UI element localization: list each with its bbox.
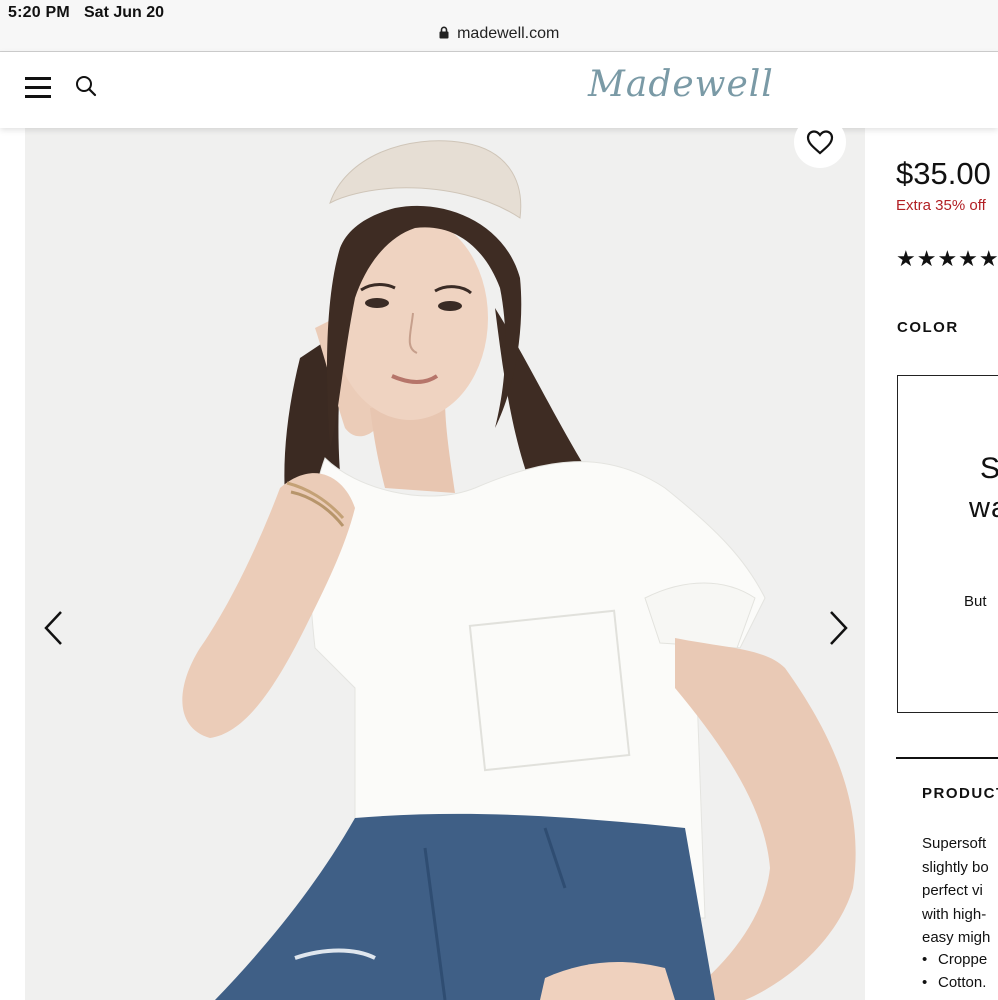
hamburger-icon <box>25 77 51 80</box>
chevron-right-icon <box>830 611 848 645</box>
product-details-title[interactable]: PRODUCT <box>922 785 998 802</box>
swatch-text-line3: But <box>964 593 987 610</box>
next-image-button[interactable] <box>822 608 852 648</box>
madewell-logo[interactable]: Madewell <box>588 64 774 105</box>
menu-button[interactable] <box>24 74 54 104</box>
status-time: 5:20 PM <box>8 4 70 21</box>
logo-text: Madewell <box>588 64 774 105</box>
favorite-button[interactable] <box>794 116 846 168</box>
product-photo <box>25 128 865 1000</box>
url-text: madewell.com <box>457 25 560 42</box>
product-details-panel: $35.00 Extra 35% off ★★★★★ COLOR S wa Bu… <box>865 128 998 1000</box>
heart-icon <box>806 130 834 155</box>
product-bullet-list: Croppe Cotton. <box>922 948 987 994</box>
hamburger-line <box>25 95 51 98</box>
product-image-gallery[interactable] <box>25 128 865 1000</box>
site-header: Madewell <box>0 52 998 128</box>
description-line: with high- <box>922 905 987 923</box>
product-description: Supersoft slightly bo perfect vi with hi… <box>922 832 990 950</box>
color-swatch-panel[interactable] <box>897 375 998 713</box>
status-bar: 5:20 PM Sat Jun 20 madewell.com <box>0 0 998 52</box>
description-line: Supersoft <box>922 835 987 852</box>
rating-stars[interactable]: ★★★★★ <box>896 246 998 272</box>
status-date: Sat Jun 20 <box>84 4 165 21</box>
swatch-text-line1: S <box>980 452 998 485</box>
swatch-text-line2: wa <box>969 492 998 524</box>
chevron-left-icon <box>44 611 62 645</box>
url-bar[interactable]: madewell.com <box>0 25 998 44</box>
previous-image-button[interactable] <box>40 608 70 648</box>
bullet-item: Cotton. <box>922 971 987 994</box>
description-line: slightly bo <box>922 858 989 876</box>
description-line: easy migh <box>922 929 991 946</box>
search-button[interactable] <box>74 74 102 102</box>
description-line: perfect vi <box>922 882 983 899</box>
product-price: $35.00 <box>896 156 991 191</box>
lock-icon <box>439 26 449 44</box>
hamburger-line <box>25 86 51 89</box>
section-divider <box>896 757 998 759</box>
search-icon <box>76 76 97 97</box>
color-label: COLOR <box>897 319 959 336</box>
promo-text: Extra 35% off <box>896 197 986 214</box>
bullet-item: Croppe <box>922 948 987 971</box>
